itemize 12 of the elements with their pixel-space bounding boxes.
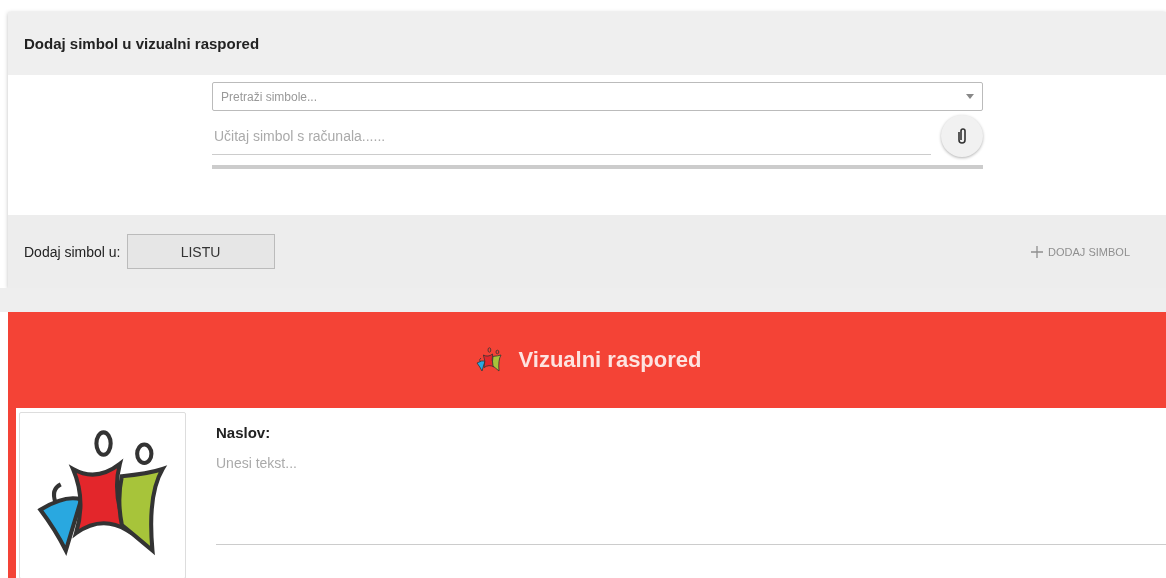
caret-icon [966,94,974,99]
target-button[interactable]: LISTU [126,234,275,269]
target-label: Dodaj simbol u: [24,243,121,260]
title-label: Naslov: [216,424,272,441]
attach-button[interactable] [941,115,983,157]
plus-icon [1030,244,1045,259]
schedule-title: Vizualni raspored [518,347,702,373]
symbol-search-select[interactable]: Pretraži simbole... [212,82,983,111]
paperclip-icon [956,127,968,145]
text-field[interactable]: Unesi tekst... [216,455,1166,545]
panel-title: Dodaj simbol u vizualni raspored [24,35,260,52]
upload-field[interactable]: Učitaj simbol s računala...... [212,117,931,155]
